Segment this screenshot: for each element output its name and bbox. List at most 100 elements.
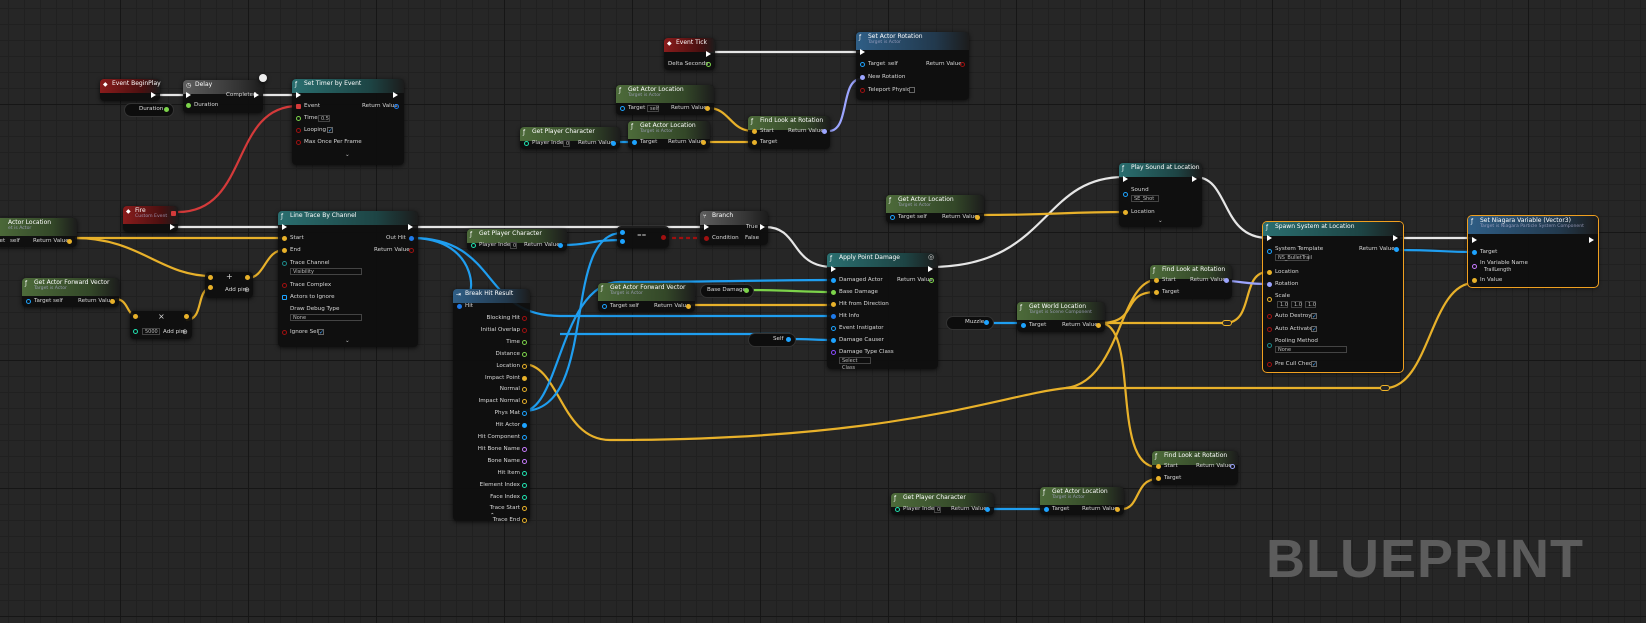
hit-in-pin[interactable] (457, 304, 462, 309)
target-pin[interactable] (1156, 476, 1161, 481)
set-timer-by-event-node[interactable]: ƒ Set Timer by Event Event Return Value T… (292, 79, 404, 165)
object-out-pin[interactable] (611, 141, 616, 146)
exec-out-pin[interactable] (928, 266, 933, 272)
pre-cull-pin[interactable] (1267, 362, 1272, 367)
target-pin[interactable] (632, 140, 637, 145)
time-input[interactable]: 0.5 (318, 115, 330, 122)
vector-out-pin[interactable] (67, 239, 72, 244)
damage-type-dropdown[interactable]: Select Class (839, 357, 871, 371)
exec-in-pin[interactable] (704, 224, 709, 230)
bool-out-pin[interactable] (661, 235, 666, 240)
break-hit-output-pin[interactable] (522, 327, 527, 333)
location-pin[interactable] (1267, 270, 1272, 275)
break-hit-output-pin[interactable] (522, 339, 527, 345)
multiplier-input[interactable]: 5000 (142, 328, 160, 335)
damaged-actor-pin[interactable] (831, 278, 836, 283)
vector-out-pin[interactable] (705, 106, 710, 111)
exec-out-pin[interactable] (960, 49, 965, 55)
target-pin[interactable] (752, 140, 757, 145)
play-sound-at-location-node[interactable]: ƒ Play Sound at Location Sound SE_Shot Lo… (1119, 163, 1202, 227)
event-instigator-pin[interactable] (831, 326, 836, 331)
return-value-pin[interactable] (1394, 247, 1399, 252)
exec-out-pin[interactable] (170, 224, 175, 230)
rotation-pin[interactable] (1267, 282, 1272, 287)
get-actor-location-node-left[interactable]: Actor Locationet is Actor get self Retur… (0, 218, 77, 247)
exec-in-pin[interactable] (186, 92, 191, 98)
get-actor-forward-vector-node-mid[interactable]: ƒ Get Actor Forward Vector Target is Actor… (598, 283, 695, 312)
end-pin[interactable] (282, 248, 287, 253)
auto-destroy-checkbox[interactable]: ✓ (1311, 313, 1317, 320)
vector-out-pin[interactable] (1115, 507, 1120, 512)
float-out-pin[interactable] (706, 62, 711, 67)
object-out-pin[interactable] (786, 337, 791, 342)
target-pin[interactable] (620, 106, 625, 111)
start-pin[interactable] (1156, 464, 1161, 469)
sound-pin[interactable] (1123, 192, 1128, 197)
out-hit-pin[interactable] (409, 236, 414, 241)
vector-in-pin-a[interactable] (208, 275, 213, 280)
reroute-knot[interactable] (1380, 385, 1390, 391)
time-pin[interactable] (296, 116, 301, 121)
get-actor-location-node-top[interactable]: ƒ Get Actor Location Target is Actor Targe… (616, 85, 714, 115)
break-hit-output-pin[interactable] (522, 387, 527, 393)
exec-in-pin[interactable] (1123, 176, 1128, 182)
add-pin-icon[interactable]: ⊕ (182, 328, 188, 336)
target-pin[interactable] (1044, 507, 1049, 512)
add-pin-icon[interactable]: ⊕ (244, 286, 250, 294)
target-pin[interactable] (26, 299, 31, 304)
event-beginplay-node[interactable]: ◆ Event BeginPlay (100, 79, 161, 101)
scale-z-input[interactable]: 1.0 (1305, 301, 1316, 308)
spawn-system-at-location-node[interactable]: ƒ Spawn System at Location System Templat… (1262, 221, 1404, 373)
break-hit-result-node[interactable]: ⇥ Break Hit Result Hit Blocking Hit Initia… (453, 289, 530, 524)
return-value-pin[interactable] (409, 248, 414, 253)
get-player-character-node-top[interactable]: ƒ Get Player Character Player Index 0 Ret… (520, 127, 620, 149)
break-hit-output-pin[interactable] (522, 411, 527, 417)
trace-complex-pin[interactable] (282, 283, 287, 288)
vector-out-pin[interactable] (110, 299, 115, 304)
self-reference-node[interactable]: Self (748, 333, 796, 347)
system-template-dropdown[interactable]: NS_BulletTrail (1275, 254, 1312, 261)
get-player-character-node-mid[interactable]: ƒ Get Player Character Player Index 0 Ret… (467, 229, 567, 251)
add-node[interactable]: + Add pin ⊕ (205, 272, 253, 298)
reroute-knot[interactable] (1222, 320, 1232, 326)
vector-out-pin[interactable] (184, 314, 189, 319)
exec-in-pin[interactable] (831, 266, 836, 272)
set-niagara-variable-node[interactable]: ƒ Set Niagara Variable (Vector3) Target is… (1467, 215, 1599, 288)
multiply-node[interactable]: × 5000 Add pin ⊕ (130, 311, 192, 339)
get-actor-location-node-bottom[interactable]: ƒ Get Actor Location Target is Actor Targe… (1040, 487, 1124, 515)
object-in-pin-b[interactable] (620, 239, 625, 244)
exec-out-pin[interactable] (408, 224, 413, 230)
blueprint-graph-canvas[interactable]: ◆ Event BeginPlay ◷ Delay Completed Durati… (0, 0, 1646, 623)
duration-variable-node[interactable]: Duration (124, 103, 174, 117)
ignore-self-checkbox[interactable]: ✓ (318, 329, 324, 336)
auto-activate-pin[interactable] (1267, 327, 1272, 332)
trace-channel-dropdown[interactable]: Visibility (290, 268, 362, 275)
exec-in-pin[interactable] (1472, 237, 1477, 243)
pooling-method-pin[interactable] (1267, 343, 1272, 348)
exec-out-pin[interactable] (706, 51, 711, 57)
base-damage-pin[interactable] (831, 290, 836, 295)
pre-cull-checkbox[interactable]: ✓ (1311, 361, 1317, 368)
system-template-pin[interactable] (1267, 249, 1272, 254)
max-once-pin[interactable] (296, 140, 301, 145)
scale-y-input[interactable]: 1.0 (1291, 301, 1302, 308)
break-hit-output-pin[interactable] (522, 375, 527, 381)
exec-out-pin[interactable] (151, 92, 156, 98)
exec-out-pin[interactable] (393, 92, 398, 98)
true-exec-out-pin[interactable] (760, 224, 765, 230)
looping-checkbox[interactable]: ✓ (327, 127, 333, 134)
vector-out-pin[interactable] (701, 140, 706, 145)
object-out-pin[interactable] (558, 243, 563, 248)
break-hit-output-pin[interactable] (522, 399, 527, 405)
target-pin[interactable] (602, 304, 607, 309)
set-actor-rotation-node[interactable]: ƒ Set Actor Rotation Target is Actor Targe… (856, 32, 969, 100)
break-hit-output-pin[interactable] (522, 351, 527, 357)
line-trace-by-channel-node[interactable]: ƒ Line Trace By Channel Start Out Hit End… (278, 211, 418, 347)
hit-info-pin[interactable] (831, 314, 836, 319)
equal-node[interactable]: == (617, 226, 669, 248)
draw-debug-dropdown[interactable]: None (290, 314, 362, 321)
duration-pin[interactable] (186, 103, 191, 108)
scale-x-input[interactable]: 1.0 (1277, 301, 1288, 308)
get-actor-location-node-top2[interactable]: ƒ Get Actor Location Target is Actor Targe… (628, 121, 710, 149)
exec-in-pin[interactable] (296, 92, 301, 98)
